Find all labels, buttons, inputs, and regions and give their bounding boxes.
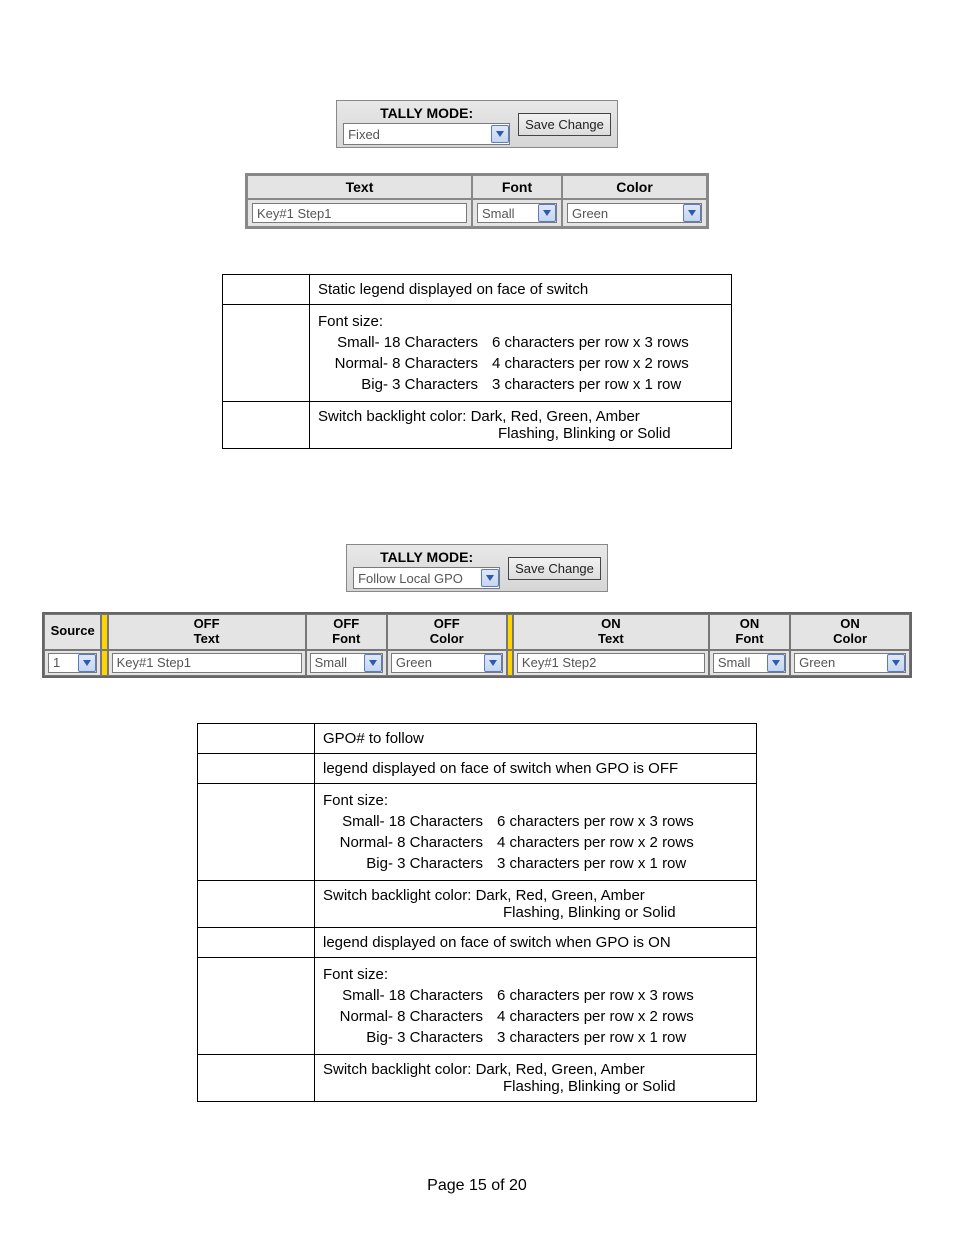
font-size-block: Font size: Small- 18 Characters6 charact… <box>323 790 748 874</box>
on-font-select[interactable]: Small <box>713 653 786 673</box>
chevron-down-icon <box>887 654 905 672</box>
tally-mode-select[interactable]: Fixed <box>343 123 510 145</box>
save-change-button[interactable]: Save Change <box>518 113 611 136</box>
on-text-input[interactable]: Key#1 Step2 <box>517 653 705 673</box>
save-change-button[interactable]: Save Change <box>508 557 601 580</box>
chevron-down-icon <box>491 125 509 143</box>
col-font: Font <box>472 175 562 199</box>
col-on-font: ON Font <box>709 614 790 650</box>
chevron-down-icon <box>683 204 701 222</box>
col-text: Text <box>247 175 472 199</box>
source-select[interactable]: 1 <box>48 653 97 673</box>
col-off-text: OFF Text <box>108 614 306 650</box>
chevron-down-icon <box>78 654 96 672</box>
desc-row: GPO# to follow <box>315 723 757 753</box>
col-on-text: ON Text <box>513 614 709 650</box>
page-footer: Page 15 of 20 <box>0 1177 954 1195</box>
text-font-color-table: Text Font Color Key#1 Step1 Small Green <box>245 173 709 229</box>
chevron-down-icon <box>767 654 785 672</box>
gpo-mode-desc-table: GPO# to follow legend displayed on face … <box>197 723 757 1102</box>
col-on-color: ON Color <box>790 614 910 650</box>
chevron-down-icon <box>538 204 556 222</box>
fixed-mode-desc-table: Static legend displayed on face of switc… <box>222 274 732 449</box>
backlight-row: Switch backlight color: Dark, Red, Green… <box>315 880 757 927</box>
tally-mode-label: TALLY MODE: <box>343 103 510 121</box>
font-size-block: Font size: Small- 18 Characters6 charact… <box>318 311 723 395</box>
tally-mode-panel-gpo: TALLY MODE: Follow Local GPO Save Change <box>346 544 608 592</box>
desc-row: Static legend displayed on face of switc… <box>310 275 732 305</box>
col-source: Source <box>44 614 101 650</box>
col-off-font: OFF Font <box>306 614 387 650</box>
font-select[interactable]: Small <box>477 203 557 223</box>
off-font-select[interactable]: Small <box>310 653 383 673</box>
text-input[interactable]: Key#1 Step1 <box>252 203 467 223</box>
chevron-down-icon <box>481 569 499 587</box>
backlight-row: Switch backlight color: Dark, Red, Green… <box>310 402 732 449</box>
desc-row: legend displayed on face of switch when … <box>315 753 757 783</box>
font-size-block: Font size: Small- 18 Characters6 charact… <box>323 964 748 1048</box>
chevron-down-icon <box>484 654 502 672</box>
tally-mode-label: TALLY MODE: <box>353 547 500 565</box>
on-color-select[interactable]: Green <box>794 653 906 673</box>
color-select[interactable]: Green <box>567 203 702 223</box>
chevron-down-icon <box>364 654 382 672</box>
col-color: Color <box>562 175 707 199</box>
off-text-input[interactable]: Key#1 Step1 <box>112 653 302 673</box>
tally-mode-select[interactable]: Follow Local GPO <box>353 567 500 589</box>
tally-mode-panel-fixed: TALLY MODE: Fixed Save Change <box>336 100 618 148</box>
col-off-color: OFF Color <box>387 614 507 650</box>
gpo-table: Source OFF Text OFF Font OFF Color ON Te… <box>42 612 912 678</box>
off-color-select[interactable]: Green <box>391 653 503 673</box>
backlight-row: Switch backlight color: Dark, Red, Green… <box>315 1054 757 1101</box>
desc-row: legend displayed on face of switch when … <box>315 927 757 957</box>
